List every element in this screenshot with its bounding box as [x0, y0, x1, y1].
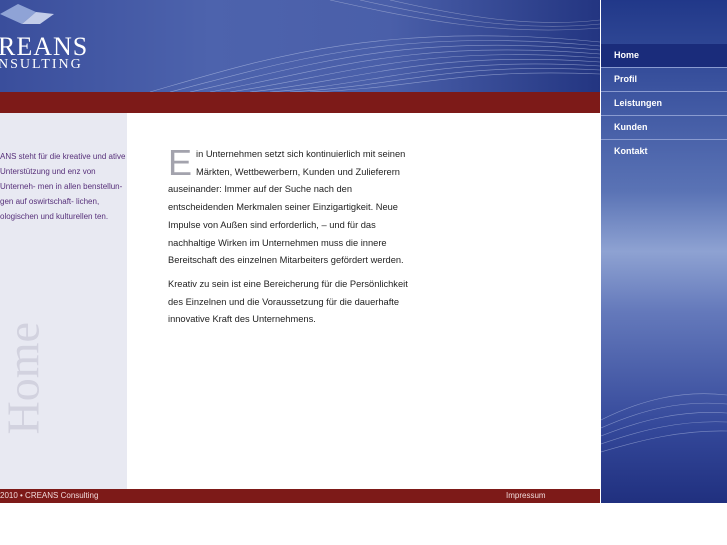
nav-item-leistungen[interactable]: Leistungen	[601, 92, 727, 116]
article-paragraph-2: Kreativ zu sein ist eine Bereicherung fü…	[168, 278, 408, 325]
article-paragraph-1: in Unternehmen setzt sich kontinuierlich…	[168, 149, 406, 266]
header-banner: REANS NSULTING	[0, 0, 600, 92]
page-watermark: Home	[0, 322, 49, 435]
right-navigation-panel: Home Profil Leistungen Kunden Kontakt	[601, 0, 727, 503]
left-sidebar: ANS steht für die kreative und ative Unt…	[0, 113, 127, 489]
main-content: E in Unternehmen setzt sich kontinuierli…	[127, 113, 600, 489]
impressum-link[interactable]: Impressum	[506, 490, 546, 502]
nav-item-profil[interactable]: Profil	[601, 68, 727, 92]
wave-decoration	[0, 0, 600, 92]
drop-cap: E	[168, 142, 193, 183]
nav-item-kontakt[interactable]: Kontakt	[601, 140, 727, 163]
article: E in Unternehmen setzt sich kontinuierli…	[168, 142, 420, 335]
nav-item-home[interactable]: Home	[601, 44, 727, 68]
nav-item-kunden[interactable]: Kunden	[601, 116, 727, 140]
copyright-text: 2010 • CREANS Consulting	[0, 491, 99, 500]
header-divider-bar	[0, 92, 600, 113]
main-nav: Home Profil Leistungen Kunden Kontakt	[601, 44, 727, 163]
footer-bar: 2010 • CREANS Consulting Impressum	[0, 489, 600, 503]
logo-subtitle: NSULTING	[0, 57, 83, 72]
sidebar-intro-text: ANS steht für die kreative und ative Unt…	[0, 152, 126, 221]
